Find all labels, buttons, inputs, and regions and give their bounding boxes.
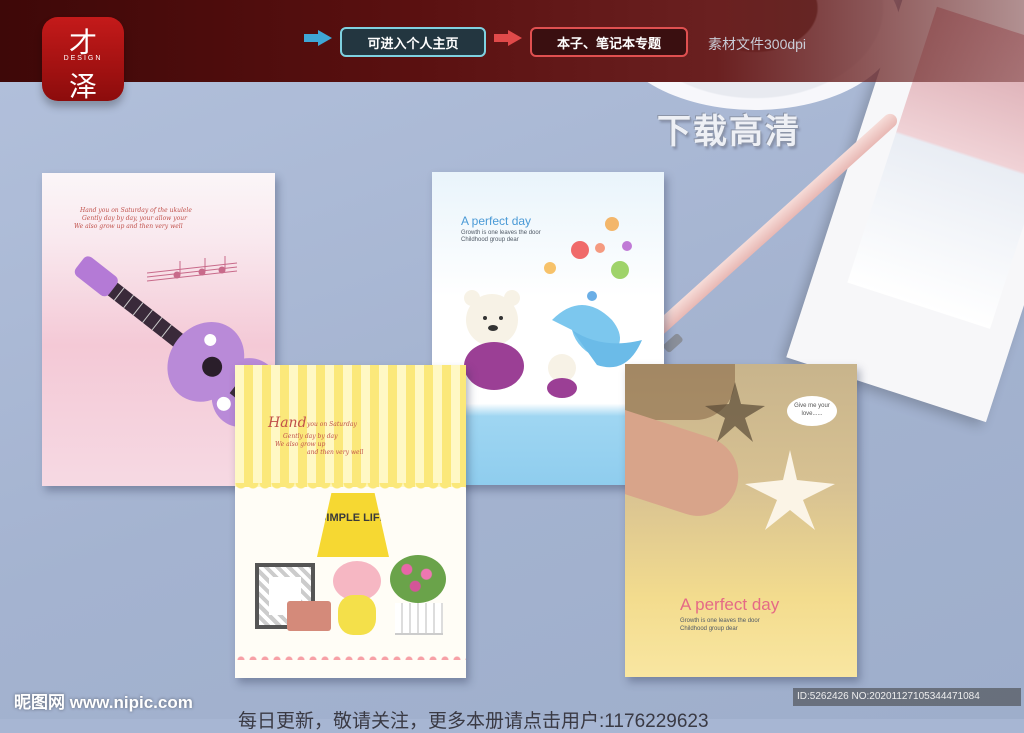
bottom-fringe: [235, 650, 466, 660]
site-watermark: 昵图网 www.nipic.com: [14, 693, 193, 712]
cover-line: Gently day by day, your allow your: [82, 215, 187, 222]
teddy-bears-illustration: [464, 290, 642, 398]
cover-subtitle: Childhood group dear: [680, 626, 738, 632]
starfish-icon: [745, 450, 835, 530]
cover-hand-word: Hand: [268, 415, 307, 431]
cover-subtitle: Childhood group dear: [461, 237, 519, 243]
cover-title: A perfect day: [680, 595, 780, 614]
arrow-right-icon: [304, 30, 332, 46]
notebook-topic-button[interactable]: 本子、笔记本专题: [530, 27, 688, 57]
notebook-cover-lamp[interactable]: Hand you on Saturday Gently day by day W…: [235, 365, 466, 678]
file-spec-label: 素材文件300dpi: [708, 36, 807, 52]
drawer-illustration: [287, 601, 331, 631]
pig-body: [338, 595, 376, 635]
cover-title: A perfect day: [461, 214, 532, 228]
cover-line: you on Saturday: [307, 421, 357, 428]
notebook-cover-starfish[interactable]: Give me your love...... A perfect day Gr…: [625, 364, 857, 677]
lamp-text: SIMPLE LIFE: [319, 512, 387, 524]
cover-line: Hand you on Saturday of the ukulele: [80, 207, 192, 214]
cover-line: Gently day by day: [283, 433, 338, 440]
cover-subtitle: Growth is one leaves the door: [680, 618, 760, 624]
cover-line: and then very well: [307, 449, 364, 456]
cover-line: We also grow up: [275, 441, 326, 448]
speech-bubble: Give me your love......: [787, 396, 837, 426]
personal-home-button[interactable]: 可进入个人主页: [340, 27, 486, 57]
logo-brand: DESIGN: [63, 55, 103, 62]
cover-line: We also grow up and then very well: [74, 223, 183, 230]
brand-logo[interactable]: 才 DESIGN 泽: [42, 17, 124, 103]
awning-scallop: [235, 483, 466, 493]
arrow-right-icon: [494, 30, 522, 46]
download-hd-label[interactable]: 下载高清: [657, 104, 801, 153]
flowers-illustration: [390, 555, 446, 603]
image-id-bar: ID:5262426 NO:20201127105344471084: [793, 688, 1021, 706]
starfish-shadow-icon: [705, 382, 765, 442]
logo-char-bottom: 泽: [68, 70, 97, 103]
lamp-shade: SIMPLE LIFE: [317, 493, 389, 557]
daily-update-text: 每日更新，敬请关注，更多本册请点击用户:1176229623: [238, 711, 709, 732]
picket-fence: [395, 603, 443, 635]
